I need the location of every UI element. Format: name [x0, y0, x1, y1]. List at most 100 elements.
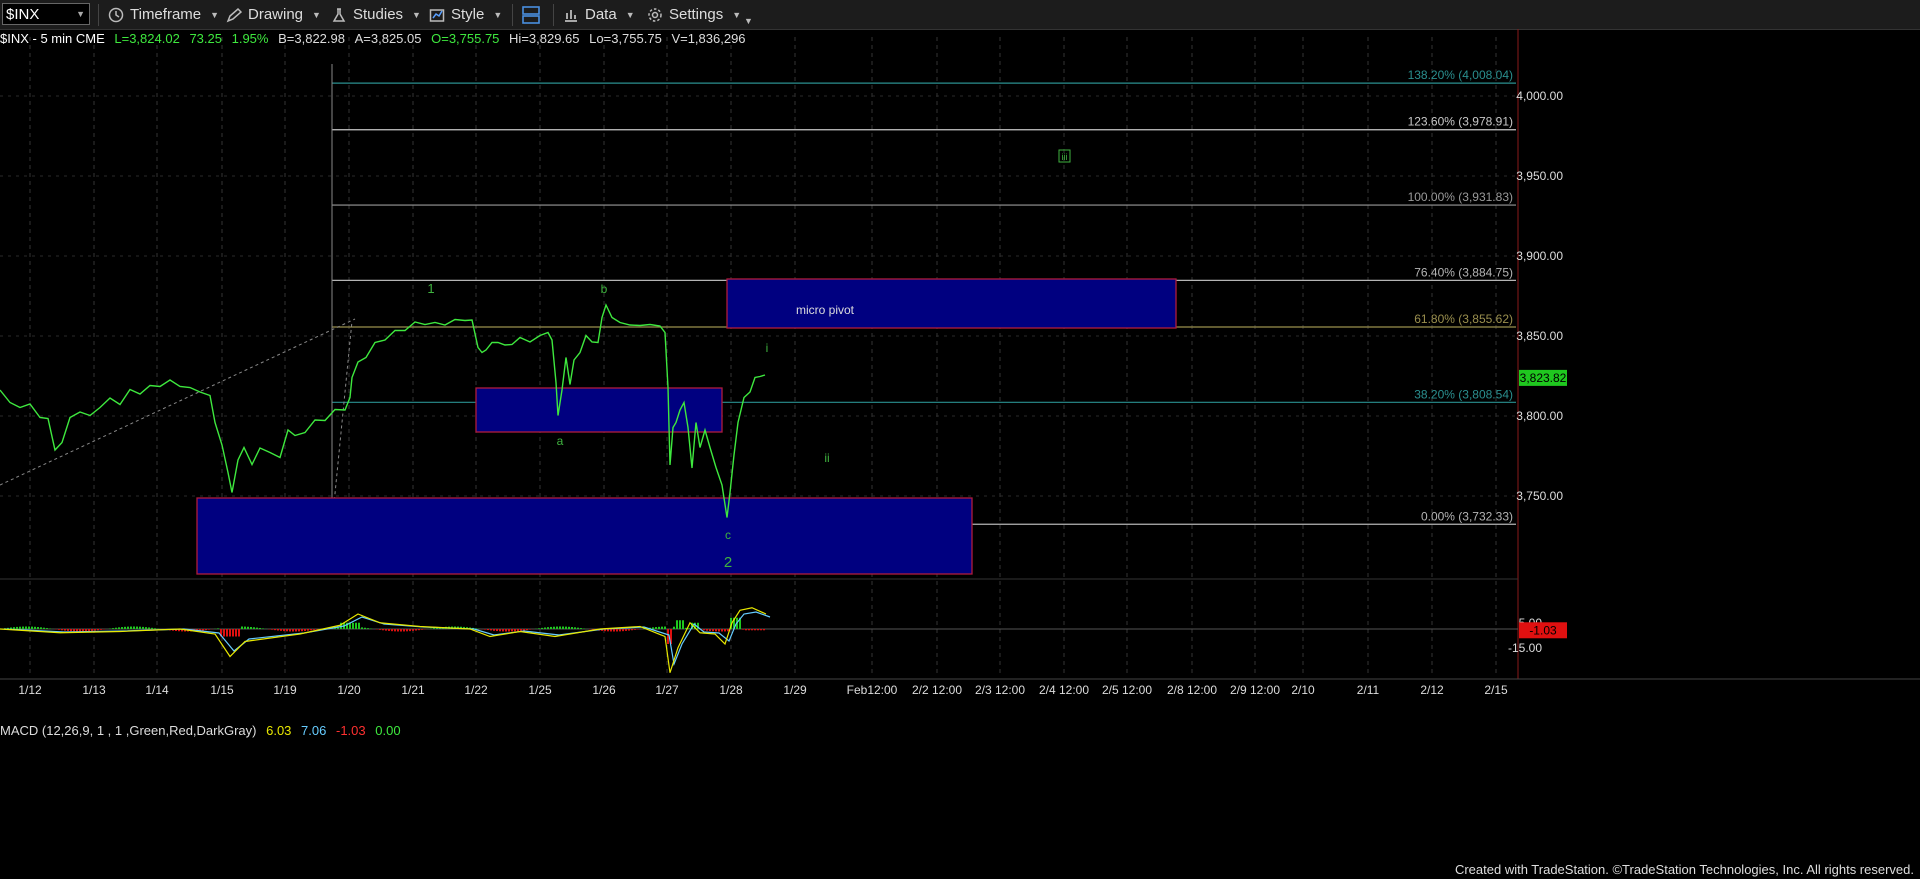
time-axis-tick: 2/2 12:00: [912, 683, 962, 697]
chevron-down-icon[interactable]: ▼: [76, 9, 85, 19]
toolbar-divider: [98, 4, 99, 26]
time-axis-tick: 1/13: [82, 683, 106, 697]
high-price: Hi=3,829.65: [509, 31, 580, 46]
time-axis-tick: 2/5 12:00: [1102, 683, 1152, 697]
time-axis-tick: 1/27: [655, 683, 679, 697]
wave-iii-label: iii: [1062, 152, 1068, 162]
gear-icon: [648, 7, 662, 22]
last-price: L=3,824.02: [114, 31, 180, 46]
symbol-info-bar: $INX - 5 min CME L=3,824.02 73.25 1.95% …: [0, 31, 746, 49]
bid-price: B=3,822.98: [278, 31, 345, 46]
caret-down-icon: ▼: [493, 9, 503, 20]
macd-signal-line: [3, 611, 771, 667]
price-axis-tick: 3,750.00: [1516, 489, 1563, 503]
fib-level-label: 0.00% (3,732.33): [1421, 509, 1513, 523]
style-button[interactable]: Style ▼: [429, 4, 502, 25]
fib-level-label: 38.20% (3,808.54): [1414, 387, 1513, 401]
time-axis-tick: 1/21: [401, 683, 425, 697]
toolbar: $INX ▼ Timeframe ▼ Drawing ▼ Studies ▼ S…: [0, 0, 1920, 30]
wave-b-label: b: [601, 282, 608, 296]
time-axis-tick: 2/10: [1291, 683, 1315, 697]
wave-i-label: i: [766, 341, 769, 355]
time-axis-tick: 2/8 12:00: [1167, 683, 1217, 697]
macd-line: [0, 607, 767, 673]
pct-change: 1.95%: [231, 31, 269, 46]
time-axis-tick: 1/25: [528, 683, 552, 697]
open-price: O=3,755.75: [431, 31, 500, 46]
wave-2-label: 2: [724, 554, 732, 571]
macd-axis-tick: -15.00: [1508, 641, 1542, 655]
fib-level-label: 76.40% (3,884.75): [1414, 265, 1513, 279]
toolbar-divider: [553, 4, 554, 26]
macd-legend: MACD (12,26,9, 1 , 1 ,Green,Red,DarkGray…: [0, 723, 401, 738]
toolbar-overflow-icon[interactable]: ▼: [744, 10, 753, 31]
time-axis-tick: 2/9 12:00: [1230, 683, 1280, 697]
time-axis-tick: 1/28: [719, 683, 743, 697]
price-axis-tick: 3,950.00: [1516, 169, 1563, 183]
micro-pivot-label: micro pivot: [796, 303, 855, 317]
macd-current-label: -1.03: [1529, 623, 1557, 637]
data-button[interactable]: Data ▼: [563, 4, 635, 25]
time-axis-tick: 1/20: [337, 683, 361, 697]
low-price: Lo=3,755.75: [589, 31, 662, 46]
clock-icon: [108, 7, 124, 22]
net-change: 73.25: [189, 31, 222, 46]
time-axis-tick: 1/29: [783, 683, 807, 697]
symbol-description: $INX - 5 min CME: [0, 31, 105, 46]
price-axis-tick: 3,800.00: [1516, 409, 1563, 423]
symbol-value: $INX: [6, 6, 40, 23]
time-axis-tick: 1/14: [145, 683, 169, 697]
style-label: Style: [451, 6, 485, 23]
ask-price: A=3,825.05: [354, 31, 422, 46]
drawing-button[interactable]: Drawing ▼: [226, 4, 321, 25]
price-axis-tick: 3,850.00: [1516, 329, 1563, 343]
time-axis-tick: 1/26: [592, 683, 616, 697]
time-axis-tick: 1/15: [210, 683, 234, 697]
layout-button[interactable]: [521, 4, 547, 25]
drawing-label: Drawing: [248, 6, 304, 23]
timeframe-label: Timeframe: [130, 6, 202, 23]
caret-down-icon: ▼: [625, 9, 635, 20]
support-zone-box: [196, 497, 973, 575]
macd-value: 6.03: [266, 723, 292, 738]
caret-down-icon: ▼: [210, 9, 220, 20]
micro-pivot-box: [726, 278, 1177, 329]
macd-panel: [0, 607, 1518, 673]
time-axis-tick: 1/19: [273, 683, 297, 697]
time-axis-tick: 2/11: [1357, 683, 1380, 697]
flask-icon: [332, 7, 346, 22]
time-axis-tick: 2/12: [1420, 683, 1444, 697]
toolbar-divider: [512, 4, 513, 26]
settings-button[interactable]: Settings ▼: [647, 4, 741, 25]
macd-hist-value: -1.03: [335, 723, 366, 738]
zone-boxes[interactable]: [196, 278, 1177, 575]
caret-down-icon: ▼: [312, 9, 321, 20]
time-axis-tick: 2/3 12:00: [975, 683, 1025, 697]
macd-zero-value: 0.00: [375, 723, 401, 738]
copyright-footer: Created with TradeStation. ©TradeStation…: [1454, 862, 1914, 877]
fib-level-label: 138.20% (4,008.04): [1408, 68, 1513, 82]
studies-label: Studies: [353, 6, 404, 23]
macd-signal-value: 7.06: [301, 723, 327, 738]
trend-lines[interactable]: [0, 318, 356, 525]
wave-1-label: 1: [427, 281, 434, 296]
trend-line: [0, 318, 356, 486]
caret-down-icon: ▼: [412, 9, 421, 20]
studies-button[interactable]: Studies ▼: [331, 4, 421, 25]
layout-icon: [522, 5, 540, 24]
settings-label: Settings: [669, 6, 724, 23]
macd-study-name: MACD (12,26,9, 1 , 1 ,Green,Red,DarkGray…: [0, 723, 257, 738]
time-axis-tick: 2/4 12:00: [1039, 683, 1089, 697]
time-axis-tick: 2/15: [1484, 683, 1508, 697]
fib-level-label: 61.80% (3,855.62): [1414, 312, 1513, 326]
wave-ii-label: ii: [824, 451, 829, 465]
wave-c-label: c: [725, 528, 731, 542]
symbol-input[interactable]: $INX ▼: [2, 3, 90, 25]
fib-level-label: 123.60% (3,978.91): [1408, 115, 1513, 129]
fib-level-label: 100.00% (3,931.83): [1408, 190, 1513, 204]
timeframe-button[interactable]: Timeframe ▼: [108, 4, 219, 25]
wave-a-label: a: [557, 434, 564, 448]
volume: V=1,836,296: [671, 31, 746, 46]
bar-chart-icon: [565, 9, 577, 22]
time-axis-tick: 1/12: [18, 683, 42, 697]
